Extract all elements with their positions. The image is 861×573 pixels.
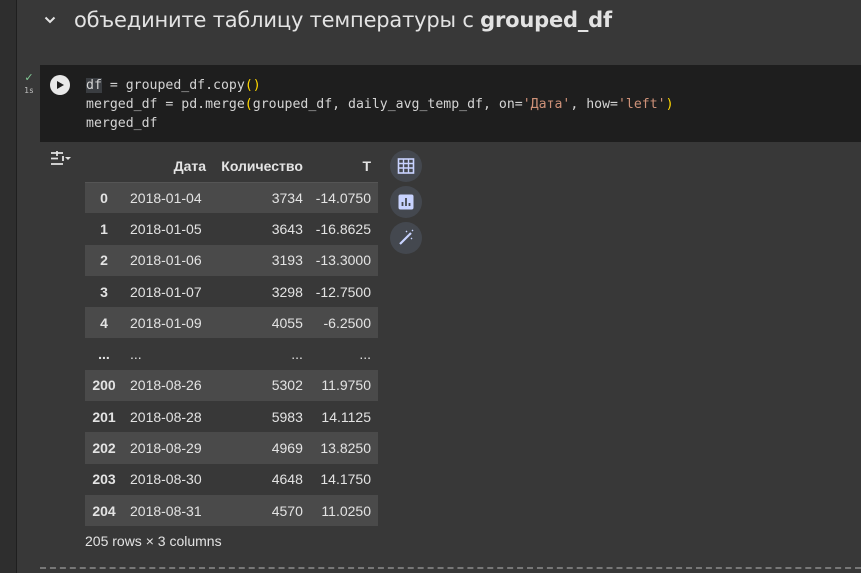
magic-suggest-button[interactable] — [390, 222, 422, 254]
magic-wand-icon — [399, 229, 414, 245]
code-paren: () — [244, 78, 261, 93]
code-string-date: 'Дата' — [522, 97, 571, 112]
table-row: 4 2018-01-09 4055 -6.2500 — [85, 307, 378, 339]
cell-count: ... — [213, 338, 310, 370]
code-var-df: df — [86, 78, 102, 93]
cell-date: 2018-01-04 — [123, 182, 213, 214]
dataframe-output: Дата Количество T 0 2018-01-04 3734 -14.075… — [85, 150, 378, 527]
code-line2-c: , how= — [570, 97, 618, 112]
row-index: ... — [85, 338, 123, 370]
cell-temperature: -13.3000 — [309, 244, 378, 276]
cell-count: 3734 — [213, 182, 310, 214]
column-header[interactable]: Количество — [213, 150, 310, 183]
row-index: 2 — [85, 244, 123, 276]
cell-temperature: -16.8625 — [309, 213, 378, 245]
markdown-header: объедините таблицу температуры с grouped… — [40, 0, 612, 40]
dataframe-table: Дата Количество T 0 2018-01-04 3734 -14.075… — [85, 150, 378, 527]
table-row: 1 2018-01-05 3643 -16.8625 — [85, 213, 378, 245]
row-index: 201 — [85, 401, 123, 433]
output-actions — [390, 150, 422, 258]
code-editor[interactable]: df = grouped_df.copy() merged_df = pd.me… — [86, 76, 674, 133]
table-shape-info: 205 rows × 3 columns — [85, 533, 222, 549]
table-row: 3 2018-01-07 3298 -12.7500 — [85, 275, 378, 308]
play-icon — [57, 81, 64, 89]
row-index: 204 — [85, 494, 123, 527]
table-row: 2 2018-01-06 3193 -13.3000 — [85, 244, 378, 276]
cell-count: 3643 — [213, 213, 310, 245]
cell-count: 3298 — [213, 275, 310, 308]
table-row: 202 2018-08-29 4969 13.8250 — [85, 432, 378, 464]
code-line2-b: grouped_df, daily_avg_temp_df, on= — [252, 97, 523, 112]
cell-date: 2018-01-07 — [123, 275, 213, 308]
chart-icon — [398, 194, 414, 210]
cell-temperature: ... — [309, 338, 378, 370]
cell-count: 5302 — [213, 369, 310, 402]
cell-temperature: -6.2500 — [309, 307, 378, 339]
index-header — [85, 150, 123, 183]
chart-button[interactable] — [390, 186, 422, 218]
code-line2-a: merged_df = pd.merge — [86, 97, 245, 112]
cell-date: 2018-08-30 — [123, 463, 213, 495]
code-string-left: 'left' — [617, 97, 666, 112]
code-line1-rest: = grouped_df.copy — [101, 78, 245, 93]
cell-date: 2018-08-29 — [123, 432, 213, 464]
cell-date: 2018-01-06 — [123, 244, 213, 276]
chevron-down-icon[interactable] — [40, 10, 60, 30]
cell-divider — [40, 567, 861, 569]
row-index: 4 — [85, 307, 123, 339]
cell-date: ... — [123, 338, 213, 370]
code-line3: merged_df — [86, 116, 158, 131]
cell-date: 2018-08-26 — [123, 369, 213, 402]
cell-count: 4648 — [213, 463, 310, 495]
markdown-title: объедините таблицу температуры с grouped… — [74, 8, 612, 32]
cell-status: ✓ 1s — [22, 71, 36, 95]
code-cell[interactable]: df = grouped_df.copy() merged_df = pd.me… — [40, 65, 861, 142]
row-index: 200 — [85, 369, 123, 402]
cell-date: 2018-08-28 — [123, 401, 213, 433]
markdown-title-bold: grouped_df — [480, 8, 612, 32]
execution-time: 1s — [24, 86, 34, 95]
table-row: 201 2018-08-28 5983 14.1125 — [85, 401, 378, 433]
cell-date: 2018-01-09 — [123, 307, 213, 339]
cell-count: 4570 — [213, 494, 310, 527]
row-index: 202 — [85, 432, 123, 464]
table-row: ............ — [85, 338, 378, 370]
code-paren: ( — [244, 97, 253, 112]
table-header-row: Дата Количество T — [85, 150, 378, 183]
cell-date: 2018-08-31 — [123, 494, 213, 527]
cell-temperature: 14.1750 — [309, 463, 378, 495]
cell-temperature: 14.1125 — [309, 401, 378, 433]
row-index: 203 — [85, 463, 123, 495]
table-view-button[interactable] — [390, 150, 422, 182]
table-row: 204 2018-08-31 4570 11.0250 — [85, 494, 378, 527]
cell-count: 5983 — [213, 401, 310, 433]
column-header[interactable]: Дата — [123, 150, 213, 183]
row-index: 3 — [85, 275, 123, 308]
table-row: 200 2018-08-26 5302 11.9750 — [85, 369, 378, 402]
left-gutter — [0, 0, 17, 573]
cell-count: 4055 — [213, 307, 310, 339]
row-index: 1 — [85, 213, 123, 245]
code-paren: ) — [665, 97, 674, 112]
check-icon: ✓ — [24, 71, 34, 84]
cell-temperature: 11.9750 — [309, 369, 378, 402]
run-cell-button[interactable] — [50, 75, 70, 95]
cell-count: 3193 — [213, 244, 310, 276]
cell-temperature: -14.0750 — [309, 182, 378, 214]
output-options-icon[interactable] — [49, 149, 73, 169]
cell-count: 4969 — [213, 432, 310, 464]
cell-temperature: 11.0250 — [309, 494, 378, 527]
table-row: 203 2018-08-30 4648 14.1750 — [85, 463, 378, 495]
markdown-title-plain: объедините таблицу температуры с — [74, 8, 481, 32]
cell-temperature: 13.8250 — [309, 432, 378, 464]
column-header[interactable]: T — [309, 150, 378, 183]
cell-date: 2018-01-05 — [123, 213, 213, 245]
table-row: 0 2018-01-04 3734 -14.0750 — [85, 182, 378, 214]
row-index: 0 — [85, 182, 123, 214]
cell-temperature: -12.7500 — [309, 275, 378, 308]
table-icon — [397, 158, 415, 174]
